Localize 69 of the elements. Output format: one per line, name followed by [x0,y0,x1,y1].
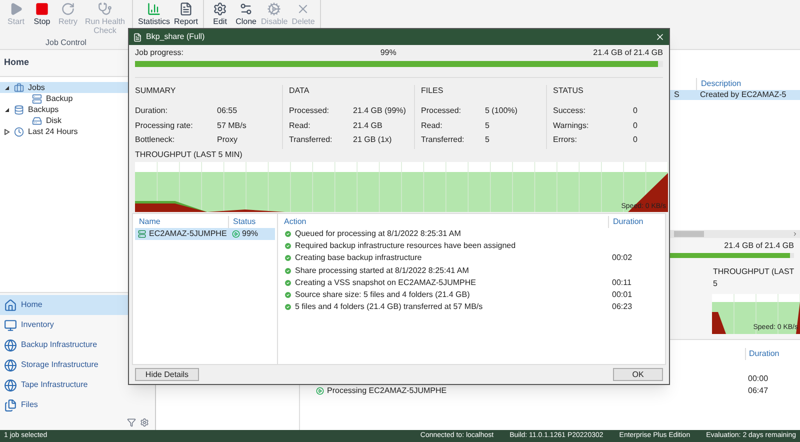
action-text: Source share size: 5 files and 4 folders (21.4 GB) [295,289,470,302]
field-value: 21.4 GB (99%) [353,105,406,117]
field-value: 5 [485,134,490,146]
field-label: Warnings: [553,120,590,132]
field-value: 57 MB/s [217,120,246,132]
section-heading: DATA [289,85,310,97]
object-status: 99% [242,228,258,240]
column-header: Duration [608,216,663,228]
field-value: 06:55 [217,105,238,117]
nav-label: Inventory [21,319,54,331]
section-heading: STATUS [553,85,584,97]
field-label: Bottleneck: [135,134,176,146]
table-cell-text: S [674,89,680,101]
tree-label: Last 24 Hours [28,126,78,138]
progress-label: Job progress: [135,47,184,59]
field-value: 21 GB (1x) [353,134,392,146]
field-value: 5 (100%) [485,105,518,117]
field-label: Success: [553,105,586,117]
tree-label: Backup [46,92,73,104]
action-text: Queued for processing at 8/1/2022 8:25:31 AM [295,228,461,240]
table-cell-text: Created by EC2AMAZ-5 [699,89,786,101]
field-label: Read: [289,120,312,132]
nav-label: Backup Infrastructure [21,339,98,351]
progress-amount: 21.4 GB of 21.4 GB [593,47,663,59]
duration-cell-text: 06:47 [747,385,770,397]
nav-label: Tape Infrastructure [21,379,88,391]
group-label: Job Control [44,37,88,49]
tree-label: Backups [28,104,59,116]
action-text: Required backup infrastructure resources have been assigned [295,240,516,252]
column-header: Action [283,216,308,228]
action-text: Creating a VSS snapshot on EC2AMAZ-5JUMPHE [295,276,476,289]
panel-header: Home [4,56,30,70]
progress-percent: 99% [380,47,396,59]
field-value: 21.4 GB [353,120,382,132]
progress-amount: 21.4 GB of 21.4 GB [724,240,794,252]
column-header: Duration [745,348,800,360]
field-value: Proxy [217,134,238,146]
action-text: 5 files and 4 folders (21.4 GB) transferred at 57 MB/s [295,301,483,314]
duration-cell-text: 00:01 [611,289,634,302]
column-header: Name [138,216,162,228]
tree-label: Jobs [28,82,45,94]
tree-label: Disk [46,114,62,126]
field-label: Transferred: [421,134,466,146]
nav-label: Files [21,399,38,411]
section-heading: FILES [421,85,444,97]
field-label: Processed: [421,105,462,117]
dialog-title: Bkp_share (Full) [146,31,206,43]
duration-cell-text: 06:23 [611,301,634,314]
field-label: Read: [421,120,444,132]
field-value: 0 [633,105,638,117]
field-label: Errors: [553,134,578,146]
duration-cell-text: 00:02 [611,252,634,264]
object-name: EC2AMAZ-5JUMPHE [149,228,227,240]
field-value: 0 [633,120,638,132]
duration-cell-text: 00:00 [747,373,770,385]
field-label: Transferred: [289,134,334,146]
nav-label: Storage Infrastructure [21,359,98,371]
section-heading: THROUGHPUT (LAST 5 [712,266,796,290]
field-label: Processed: [289,105,330,117]
field-value: 0 [633,134,638,146]
nav-label: Home [21,299,42,311]
action-text: Processing EC2AMAZ-5JUMPHE [327,385,447,397]
field-label: Duration: [135,105,168,117]
duration-cell-text: 00:11 [611,276,632,289]
action-text: Creating base backup infrastructure [295,252,422,264]
field-value: 5 [485,120,490,132]
action-text: Share processing started at 8/1/2022 8:25:41 AM [295,264,469,277]
section-heading: THROUGHPUT (LAST 5 MIN) [135,149,244,161]
field-label: Processing rate: [135,120,194,132]
